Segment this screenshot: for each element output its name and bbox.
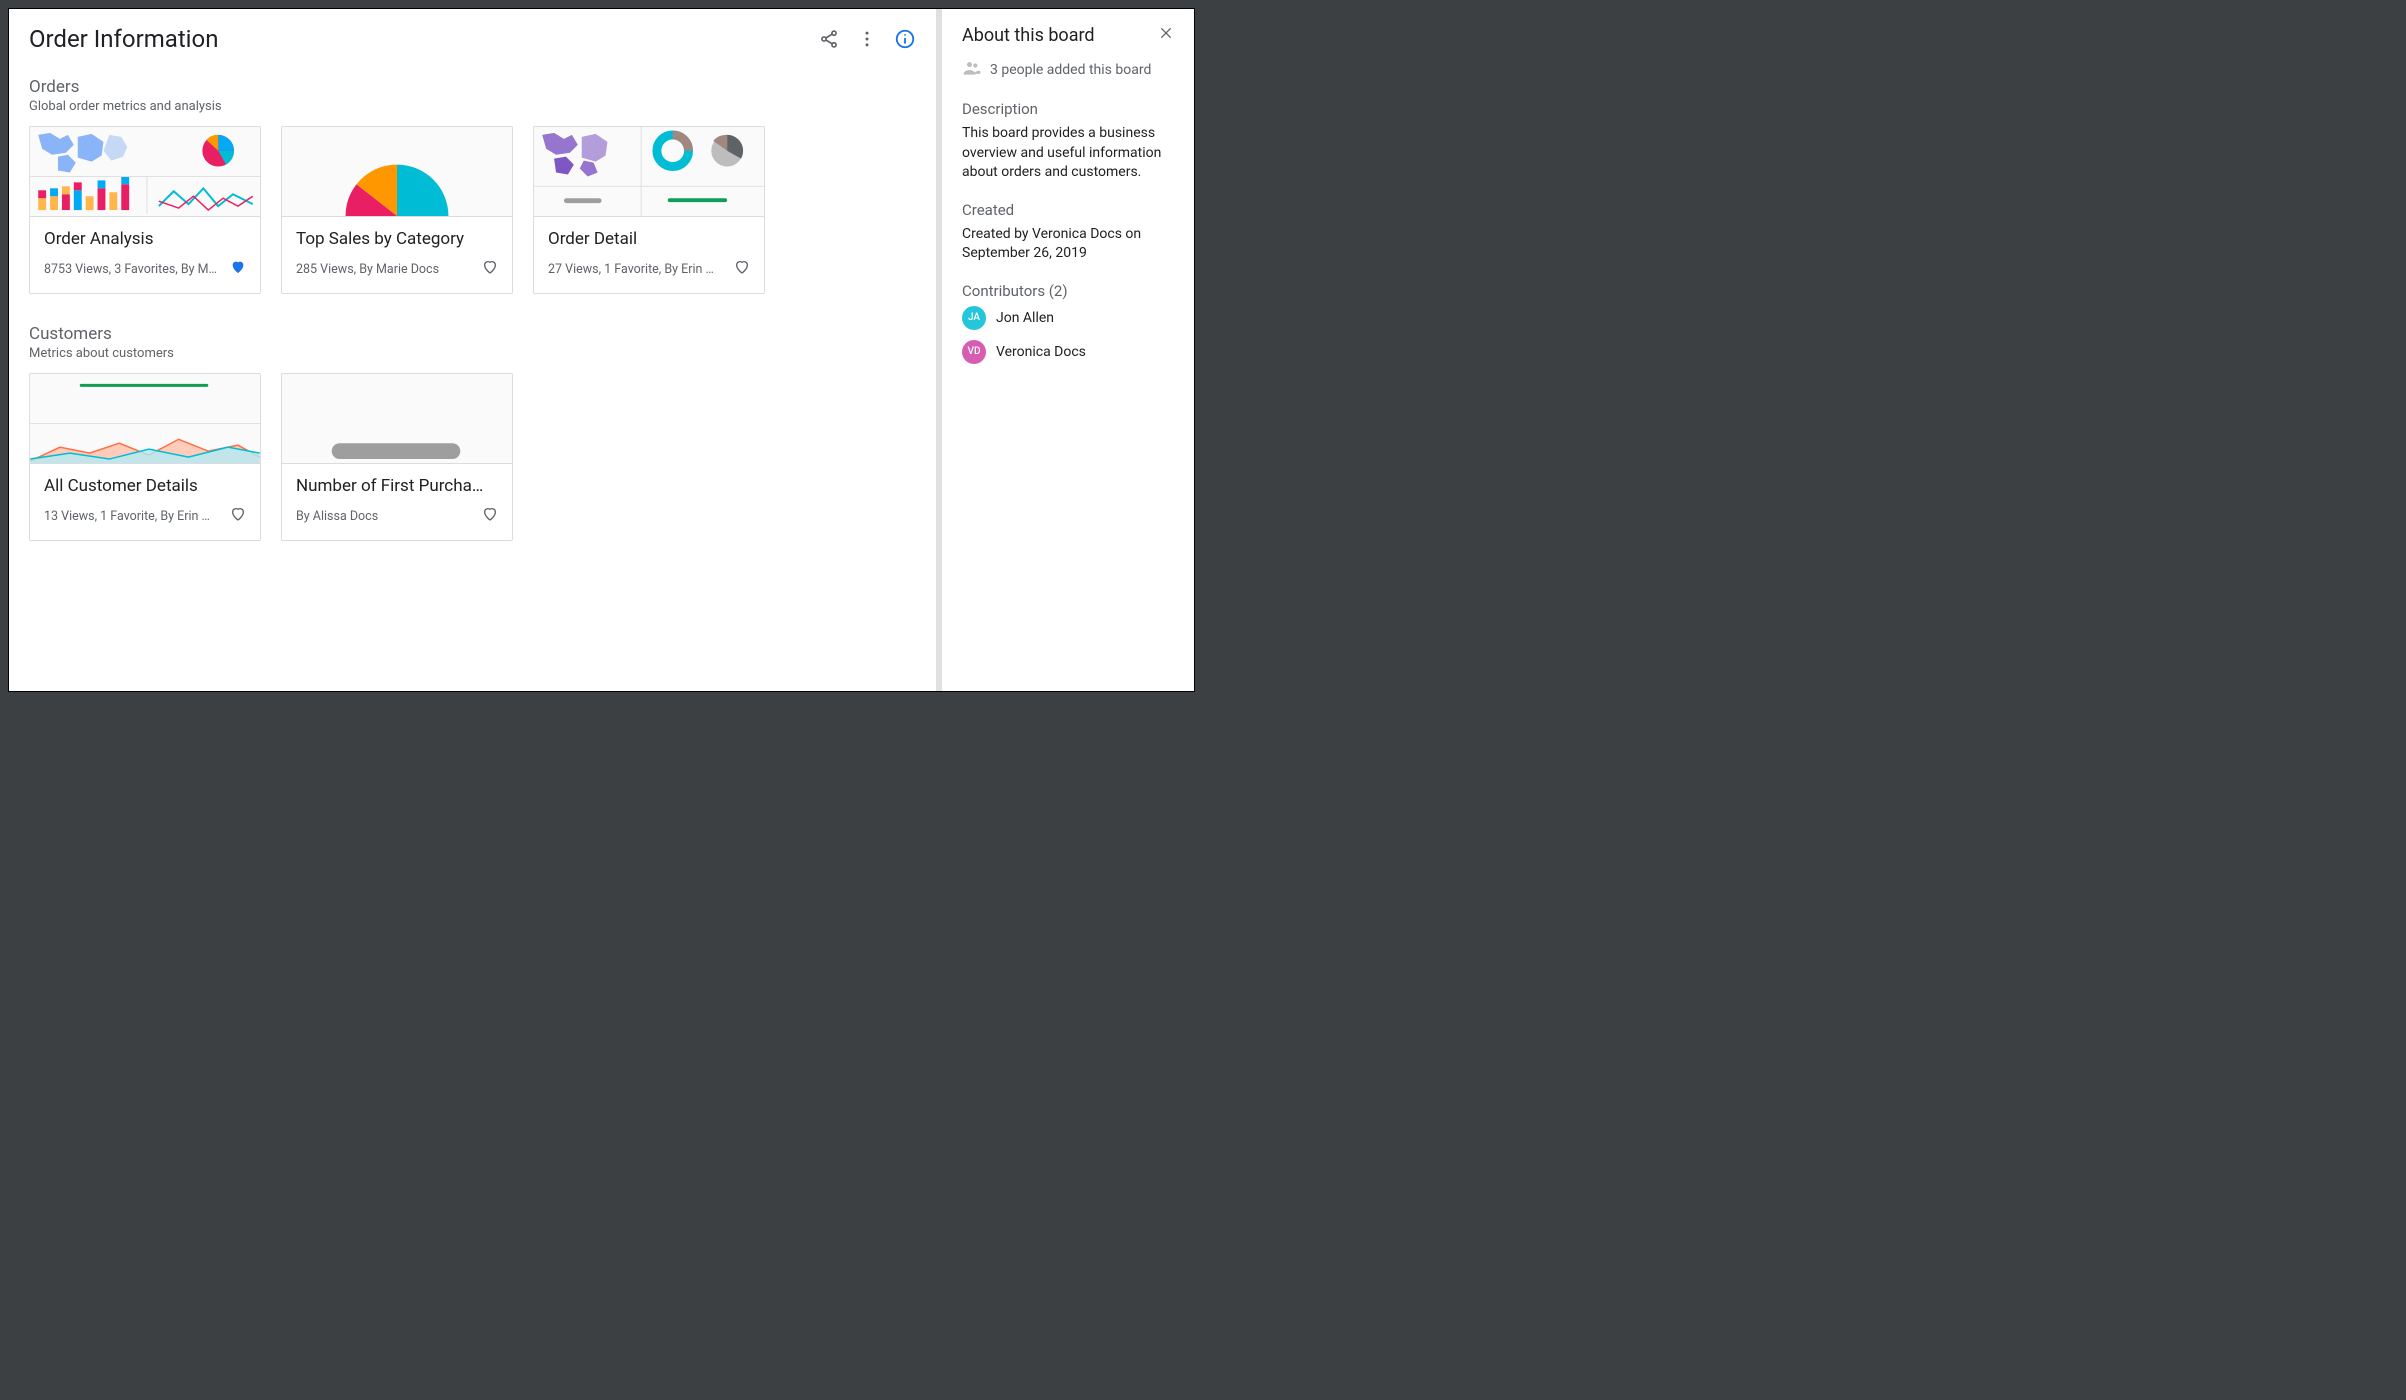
avatar: JA bbox=[962, 306, 986, 330]
page-title: Order Information bbox=[29, 25, 218, 53]
card-first-purchases[interactable]: Number of First Purcha… By Alissa Docs bbox=[281, 373, 513, 541]
more-icon[interactable] bbox=[856, 28, 878, 50]
card-order-analysis[interactable]: Order Analysis 8753 Views, 3 Favorites, … bbox=[29, 126, 261, 294]
section-orders: Orders Global order metrics and analysis bbox=[29, 77, 916, 294]
card-title: Order Detail bbox=[548, 229, 750, 249]
card-title: Top Sales by Category bbox=[296, 229, 498, 249]
created-text: Created by Veronica Docs on September 26… bbox=[962, 225, 1174, 264]
description-text: This board provides a business overview … bbox=[962, 124, 1174, 183]
section-customers: Customers Metrics about customers bbox=[29, 324, 916, 541]
card-thumbnail bbox=[282, 127, 512, 217]
card-meta: 285 Views, By Marie Docs bbox=[296, 262, 476, 277]
card-title: Order Analysis bbox=[44, 229, 246, 249]
card-meta: 13 Views, 1 Favorite, By Erin … bbox=[44, 509, 224, 524]
created-label: Created bbox=[962, 201, 1174, 219]
card-thumbnail bbox=[30, 374, 260, 464]
card-thumbnail bbox=[282, 374, 512, 464]
card-thumbnail bbox=[534, 127, 764, 217]
heart-outline-icon[interactable] bbox=[734, 259, 750, 279]
contributors-label: Contributors (2) bbox=[962, 282, 1174, 300]
contributor-name: Veronica Docs bbox=[996, 344, 1086, 360]
card-title: All Customer Details bbox=[44, 476, 246, 496]
section-subtitle: Metrics about customers bbox=[29, 346, 916, 361]
about-panel: About this board 3 people added this boa… bbox=[942, 9, 1194, 691]
contributor-row: VD Veronica Docs bbox=[962, 340, 1174, 364]
card-order-detail[interactable]: Order Detail 27 Views, 1 Favorite, By Er… bbox=[533, 126, 765, 294]
heart-outline-icon[interactable] bbox=[230, 506, 246, 526]
card-meta: 8753 Views, 3 Favorites, By M… bbox=[44, 262, 224, 277]
section-title: Customers bbox=[29, 324, 916, 344]
contributor-name: Jon Allen bbox=[996, 310, 1054, 326]
contributor-row: JA Jon Allen bbox=[962, 306, 1174, 330]
card-meta: By Alissa Docs bbox=[296, 509, 476, 524]
heart-filled-icon[interactable] bbox=[230, 259, 246, 279]
main-content: Order Information Orders Global order me… bbox=[9, 9, 942, 691]
card-thumbnail bbox=[30, 127, 260, 217]
close-icon[interactable] bbox=[1158, 25, 1174, 46]
people-added-text: 3 people added this board bbox=[990, 62, 1151, 78]
section-title: Orders bbox=[29, 77, 916, 97]
card-title: Number of First Purcha… bbox=[296, 476, 498, 496]
heart-outline-icon[interactable] bbox=[482, 506, 498, 526]
avatar: VD bbox=[962, 340, 986, 364]
about-title: About this board bbox=[962, 25, 1095, 46]
people-icon bbox=[962, 58, 982, 82]
section-subtitle: Global order metrics and analysis bbox=[29, 99, 916, 114]
heart-outline-icon[interactable] bbox=[482, 259, 498, 279]
card-all-customer-details[interactable]: All Customer Details 13 Views, 1 Favorit… bbox=[29, 373, 261, 541]
description-label: Description bbox=[962, 100, 1174, 118]
share-icon[interactable] bbox=[818, 28, 840, 50]
card-top-sales[interactable]: Top Sales by Category 285 Views, By Mari… bbox=[281, 126, 513, 294]
card-meta: 27 Views, 1 Favorite, By Erin … bbox=[548, 262, 728, 277]
info-icon[interactable] bbox=[894, 28, 916, 50]
